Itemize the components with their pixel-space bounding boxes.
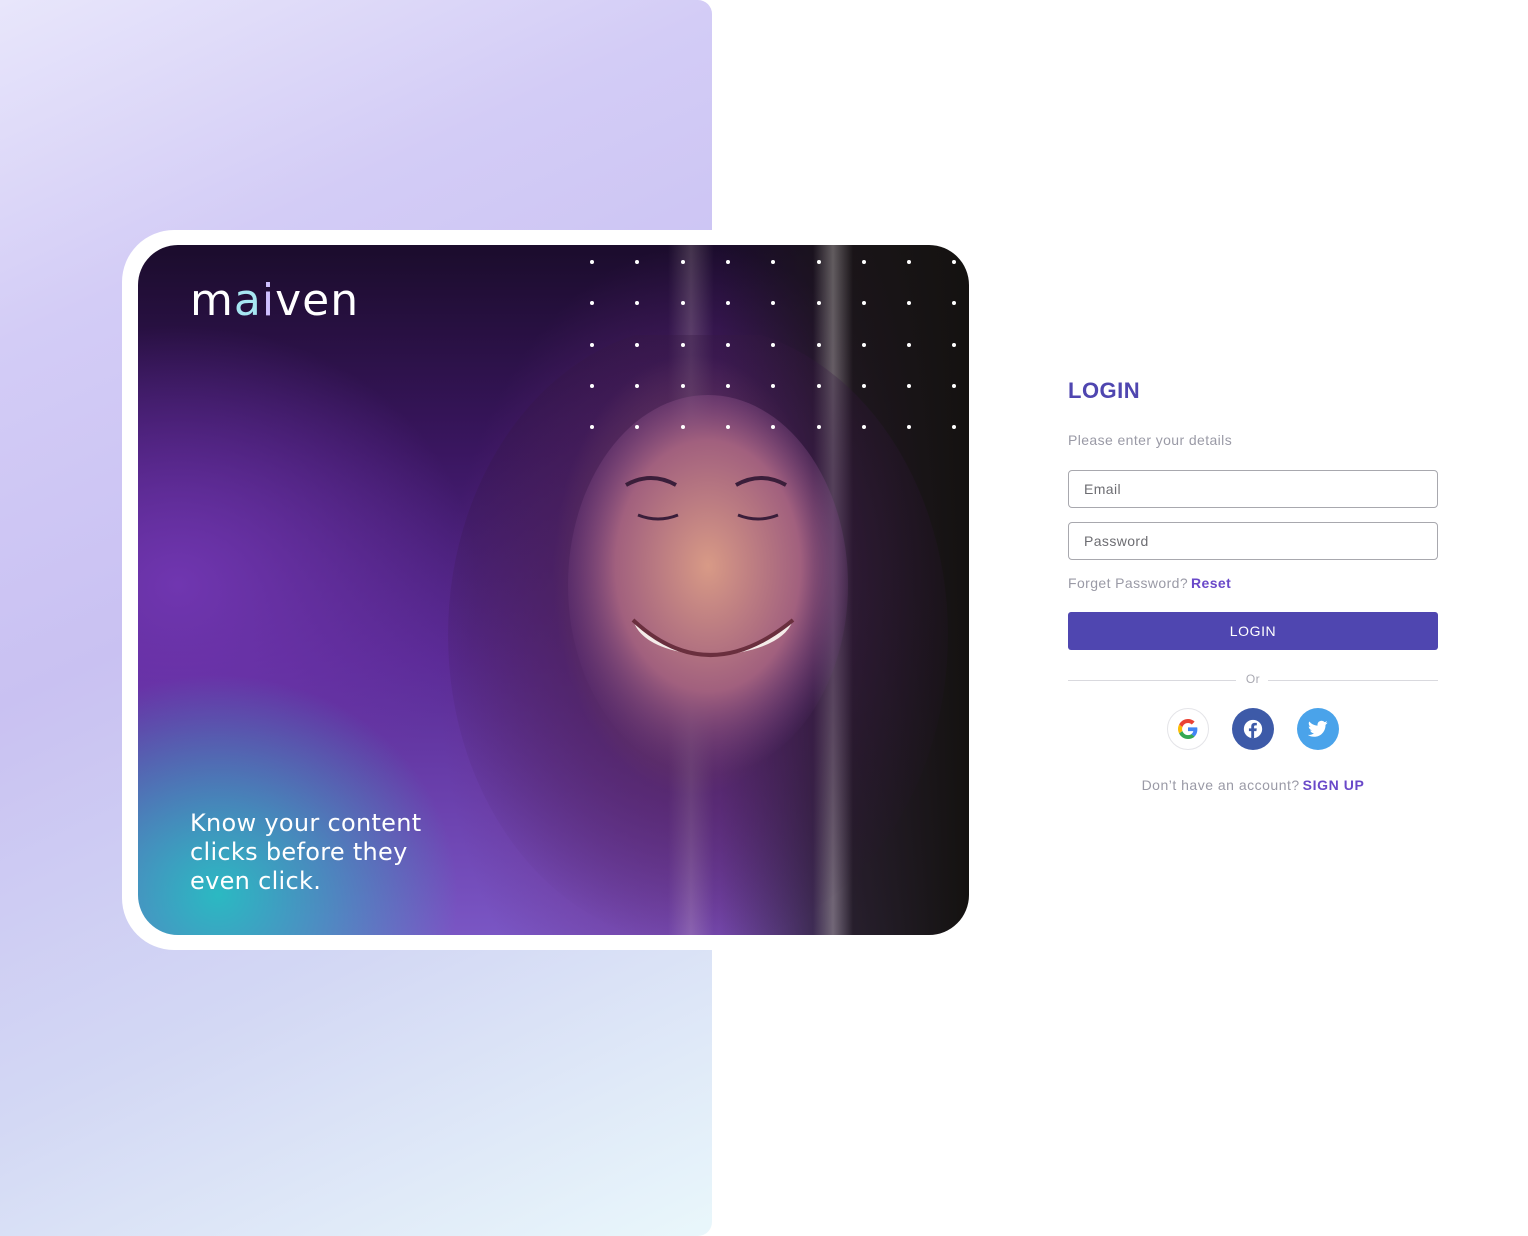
decor-dot: [680, 260, 685, 264]
forgot-password-row: Forget Password? Reset: [1068, 575, 1231, 591]
google-icon: [1178, 719, 1198, 739]
twitter-login-button[interactable]: [1297, 708, 1339, 750]
facebook-icon: [1243, 719, 1263, 739]
decor-dot: [861, 425, 866, 430]
google-login-button[interactable]: [1167, 708, 1209, 750]
decor-dot: [725, 301, 730, 306]
social-login-group: [1167, 708, 1339, 750]
decor-dot: [907, 301, 912, 306]
decor-dot: [680, 383, 685, 388]
decor-dot: [861, 260, 866, 264]
decor-dot: [861, 342, 866, 347]
decor-dot: [635, 342, 640, 347]
hero-image-card: maiven Know your content clicks before t…: [138, 245, 969, 935]
decor-dot: [635, 260, 640, 264]
smiling-woman-photo: [448, 335, 948, 935]
signup-link[interactable]: SIGN UP: [1303, 777, 1365, 793]
decor-dot: [816, 260, 821, 264]
decor-dot: [680, 301, 685, 306]
decor-dot: [771, 301, 776, 306]
decor-dot: [771, 342, 776, 347]
hero-tagline: Know your content clicks before they eve…: [190, 809, 422, 895]
decor-dot: [771, 260, 776, 264]
decor-dot: [816, 301, 821, 306]
email-field[interactable]: [1068, 470, 1438, 508]
password-field[interactable]: [1068, 522, 1438, 560]
login-title: LOGIN: [1068, 378, 1141, 403]
forgot-password-text: Forget Password?: [1068, 575, 1189, 591]
decor-dot: [952, 301, 957, 306]
decor-dot: [590, 342, 594, 347]
facebook-login-button[interactable]: [1232, 708, 1274, 750]
signup-row: Don’t have an account? SIGN UP: [1068, 777, 1438, 793]
or-divider: Or: [1068, 672, 1438, 688]
decor-dot: [680, 342, 685, 347]
decor-dot: [725, 342, 730, 347]
signup-prompt: Don’t have an account?: [1141, 777, 1300, 793]
decor-dot: [907, 383, 912, 388]
maiven-logo: maiven: [190, 275, 360, 326]
decor-dot: [680, 425, 685, 430]
decor-dot: [725, 260, 730, 264]
decor-dot: [816, 383, 821, 388]
decor-dot: [725, 383, 730, 388]
decor-dot: [952, 260, 957, 264]
decor-dot: [590, 383, 594, 388]
decor-dot: [590, 260, 594, 264]
decor-dot: [907, 260, 912, 264]
reset-link[interactable]: Reset: [1191, 575, 1231, 591]
decor-dot: [590, 301, 594, 306]
login-button[interactable]: LOGIN: [1068, 612, 1438, 650]
login-subtitle: Please enter your details: [1068, 432, 1233, 448]
divider-line: [1268, 680, 1438, 681]
twitter-icon: [1308, 720, 1328, 737]
decor-dot: [816, 425, 821, 430]
decor-dot: [816, 342, 821, 347]
decor-dot: [907, 342, 912, 347]
divider-label: Or: [1245, 672, 1261, 686]
decor-dot: [861, 383, 866, 388]
decor-dot: [635, 301, 640, 306]
decor-dot: [861, 301, 866, 306]
